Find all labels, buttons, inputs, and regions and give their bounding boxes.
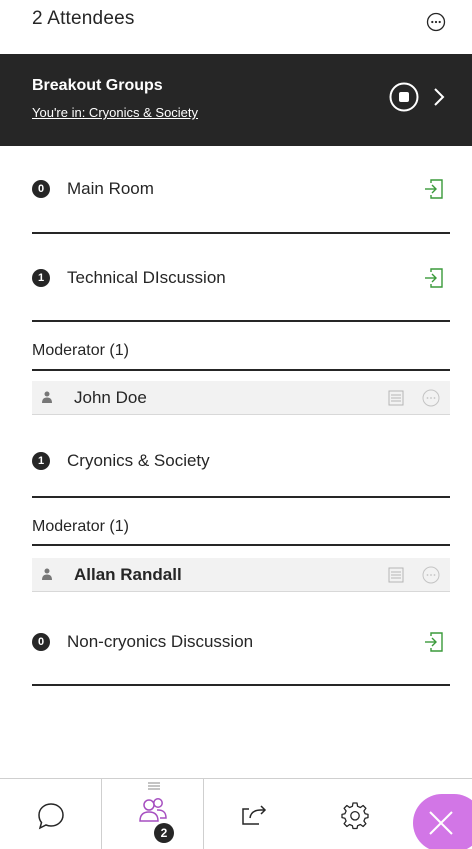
bottom-tab-bar: 2: [0, 778, 472, 849]
group-main-room: 0 Main Room: [32, 178, 450, 202]
tab-share[interactable]: [204, 779, 304, 849]
tab-settings[interactable]: [304, 779, 408, 849]
group-count-badge: 1: [32, 452, 50, 470]
more-options-icon[interactable]: [426, 12, 446, 32]
attendees-icon: [139, 798, 167, 822]
divider: [32, 544, 450, 546]
person-icon: [42, 391, 52, 403]
attendees-header: 2 Attendees: [0, 0, 472, 54]
more-options-icon[interactable]: [422, 566, 440, 584]
group-name: Technical DIscussion: [67, 268, 226, 287]
tab-attendees[interactable]: 2: [101, 779, 204, 849]
person-icon: [42, 568, 52, 580]
group-technical-discussion: 1 Technical DIscussion: [32, 267, 450, 291]
attendee-name: Allan Randall: [74, 565, 182, 584]
divider: [32, 320, 450, 322]
breakout-groups-banner[interactable]: Breakout Groups You're in: Cryonics & So…: [0, 54, 472, 146]
divider: [32, 369, 450, 371]
group-count-badge: 0: [32, 633, 50, 651]
group-name: Main Room: [67, 179, 154, 198]
group-name: Non-cryonics Discussion: [67, 632, 254, 651]
attendees-count-badge: 2: [154, 823, 174, 843]
group-count-badge: 0: [32, 180, 50, 198]
drag-handle-icon[interactable]: [148, 782, 160, 790]
list-icon[interactable]: [388, 567, 404, 583]
close-icon: [429, 811, 453, 835]
group-non-cryonics-discussion: 0 Non-cryonics Discussion: [32, 631, 450, 655]
divider: [32, 232, 450, 234]
role-heading: Moderator (1): [32, 342, 129, 359]
page-title: 2 Attendees: [32, 8, 135, 29]
attendee-row[interactable]: Allan Randall: [32, 558, 450, 592]
group-count-badge: 1: [32, 269, 50, 287]
group-name: Cryonics & Society: [67, 451, 210, 470]
gear-icon: [341, 802, 369, 830]
role-heading: Moderator (1): [32, 518, 129, 535]
chevron-right-icon[interactable]: [432, 87, 446, 107]
more-options-icon[interactable]: [422, 389, 440, 407]
list-icon[interactable]: [388, 390, 404, 406]
attendee-name: John Doe: [74, 388, 147, 407]
tab-chat[interactable]: [0, 779, 101, 849]
close-button[interactable]: [413, 794, 472, 849]
join-icon[interactable]: [424, 631, 444, 653]
attendee-row[interactable]: John Doe: [32, 381, 450, 415]
join-icon[interactable]: [424, 267, 444, 289]
share-icon: [242, 805, 267, 825]
group-cryonics-society: 1 Cryonics & Society: [32, 450, 450, 474]
join-icon[interactable]: [424, 178, 444, 200]
stop-icon[interactable]: [389, 82, 419, 112]
divider: [32, 684, 450, 686]
breakout-title: Breakout Groups: [32, 77, 163, 94]
divider: [32, 496, 450, 498]
current-group-link[interactable]: You're in: Cryonics & Society: [32, 105, 198, 120]
chat-icon: [38, 803, 64, 830]
